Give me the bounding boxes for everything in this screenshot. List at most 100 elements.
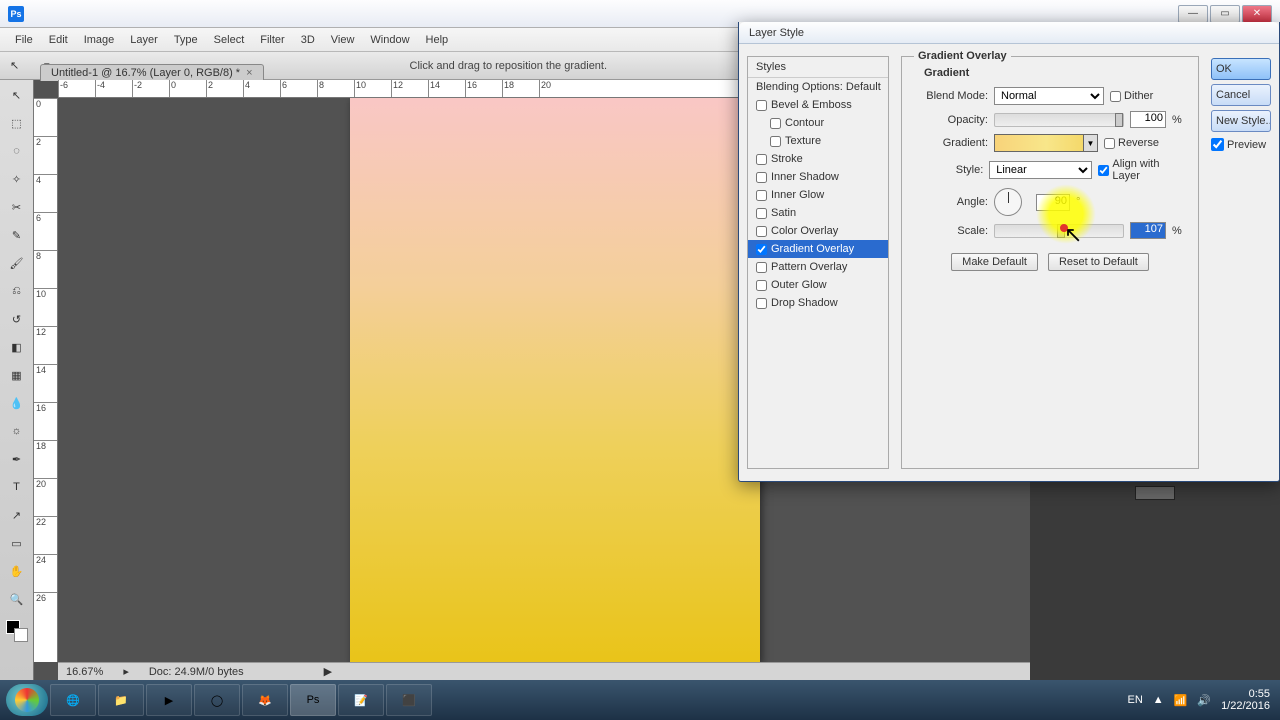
- angle-dial[interactable]: [994, 188, 1022, 216]
- effect-inner-shadow[interactable]: Inner Shadow: [748, 168, 888, 186]
- crop-tool[interactable]: ✂: [5, 196, 29, 218]
- opacity-slider[interactable]: [994, 113, 1124, 127]
- reverse-checkbox[interactable]: [1104, 138, 1115, 149]
- window-maximize-button[interactable]: ▭: [1210, 5, 1240, 23]
- menu-view[interactable]: View: [324, 32, 362, 48]
- effect-contour[interactable]: Contour: [748, 114, 888, 132]
- taskbar-notes[interactable]: 📝: [338, 684, 384, 716]
- scale-input[interactable]: 107: [1130, 222, 1166, 239]
- ok-button[interactable]: OK: [1211, 58, 1271, 80]
- move-tool[interactable]: ↖: [5, 84, 29, 106]
- menu-file[interactable]: File: [8, 32, 40, 48]
- tray-lang[interactable]: EN: [1127, 694, 1142, 706]
- tray-time[interactable]: 0:55: [1249, 688, 1270, 700]
- menu-window[interactable]: Window: [363, 32, 416, 48]
- type-tool[interactable]: T: [5, 476, 29, 498]
- path-tool[interactable]: ↗: [5, 504, 29, 526]
- style-select[interactable]: Linear: [989, 161, 1092, 179]
- effect-satin[interactable]: Satin: [748, 204, 888, 222]
- effect-stroke[interactable]: Stroke: [748, 150, 888, 168]
- window-minimize-button[interactable]: —: [1178, 5, 1208, 23]
- opacity-unit: %: [1172, 114, 1184, 126]
- scale-slider[interactable]: [994, 224, 1124, 238]
- stamp-tool[interactable]: ⎌: [5, 280, 29, 302]
- options-hint: Click and drag to reposition the gradien…: [410, 60, 608, 72]
- status-menu-icon[interactable]: ▶: [324, 665, 332, 678]
- zoom-popup-icon[interactable]: ▸: [123, 665, 129, 678]
- effect-bevel-emboss[interactable]: Bevel & Emboss: [748, 96, 888, 114]
- menu-layer[interactable]: Layer: [123, 32, 165, 48]
- eraser-tool[interactable]: ◧: [5, 336, 29, 358]
- menu-help[interactable]: Help: [419, 32, 456, 48]
- blending-options-row[interactable]: Blending Options: Default: [748, 78, 888, 96]
- navigator-thumb[interactable]: [1135, 486, 1175, 500]
- pen-tool[interactable]: ✒: [5, 448, 29, 470]
- opacity-input[interactable]: 100: [1130, 111, 1166, 128]
- taskbar-app[interactable]: ⬛: [386, 684, 432, 716]
- taskbar-photoshop[interactable]: Ps: [290, 684, 336, 716]
- gradient-dropdown-icon[interactable]: ▼: [1083, 135, 1097, 151]
- tray-date[interactable]: 1/22/2016: [1221, 700, 1270, 712]
- dither-checkbox[interactable]: [1110, 91, 1121, 102]
- close-tab-icon[interactable]: ×: [246, 67, 252, 79]
- align-label: Align with Layer: [1112, 158, 1184, 182]
- align-checkbox[interactable]: [1098, 165, 1109, 176]
- hand-tool[interactable]: ✋: [5, 560, 29, 582]
- reset-default-button[interactable]: Reset to Default: [1048, 253, 1149, 271]
- dodge-tool[interactable]: ☼: [5, 420, 29, 442]
- taskbar: 🌐 📁 ▶ ◯ 🦊 Ps 📝 ⬛ EN ▲ 📶 🔊 0:55 1/22/2016: [0, 680, 1280, 720]
- blend-mode-select[interactable]: Normal: [994, 87, 1104, 105]
- effect-inner-glow[interactable]: Inner Glow: [748, 186, 888, 204]
- menu-3d[interactable]: 3D: [294, 32, 322, 48]
- lasso-tool[interactable]: ◌: [5, 140, 29, 162]
- taskbar-firefox[interactable]: 🦊: [242, 684, 288, 716]
- new-style-button[interactable]: New Style...: [1211, 110, 1271, 132]
- history-brush-tool[interactable]: ↺: [5, 308, 29, 330]
- document-canvas[interactable]: [350, 98, 760, 662]
- zoom-tool[interactable]: 🔍: [5, 588, 29, 610]
- tools-panel: ↖ ⬚ ◌ ✧ ✂ ✎ 🖌 ⎌ ↺ ◧ ▦ 💧 ☼ ✒ T ↗ ▭ ✋ 🔍: [0, 80, 34, 680]
- window-close-button[interactable]: ✕: [1242, 5, 1272, 23]
- effect-texture[interactable]: Texture: [748, 132, 888, 150]
- wand-tool[interactable]: ✧: [5, 168, 29, 190]
- zoom-level[interactable]: 16.67%: [66, 666, 103, 678]
- menu-edit[interactable]: Edit: [42, 32, 75, 48]
- gradient-tool[interactable]: ▦: [5, 364, 29, 386]
- marquee-tool[interactable]: ⬚: [5, 112, 29, 134]
- make-default-button[interactable]: Make Default: [951, 253, 1038, 271]
- effect-outer-glow[interactable]: Outer Glow: [748, 276, 888, 294]
- dither-label: Dither: [1124, 90, 1153, 102]
- effect-drop-shadow[interactable]: Drop Shadow: [748, 294, 888, 312]
- taskbar-chrome[interactable]: ◯: [194, 684, 240, 716]
- taskbar-ie[interactable]: 🌐: [50, 684, 96, 716]
- label-gradient: Gradient:: [916, 137, 988, 149]
- tray-flag-icon[interactable]: ▲: [1153, 694, 1164, 706]
- tray-network-icon[interactable]: 📶: [1174, 694, 1188, 707]
- start-button[interactable]: [6, 684, 48, 716]
- scale-unit: %: [1172, 225, 1184, 237]
- taskbar-media[interactable]: ▶: [146, 684, 192, 716]
- taskbar-explorer[interactable]: 📁: [98, 684, 144, 716]
- styles-header[interactable]: Styles: [748, 57, 888, 78]
- angle-input[interactable]: 90: [1036, 194, 1070, 211]
- cancel-button[interactable]: Cancel: [1211, 84, 1271, 106]
- menu-filter[interactable]: Filter: [253, 32, 291, 48]
- gradient-picker[interactable]: ▼: [994, 134, 1098, 152]
- document-tab[interactable]: Untitled-1 @ 16.7% (Layer 0, RGB/8) * ×: [40, 64, 264, 81]
- eyedropper-tool[interactable]: ✎: [5, 224, 29, 246]
- shape-tool[interactable]: ▭: [5, 532, 29, 554]
- color-swatches[interactable]: [6, 620, 28, 642]
- menu-image[interactable]: Image: [77, 32, 122, 48]
- blur-tool[interactable]: 💧: [5, 392, 29, 414]
- menu-select[interactable]: Select: [207, 32, 252, 48]
- preview-label: Preview: [1227, 139, 1266, 151]
- menu-type[interactable]: Type: [167, 32, 205, 48]
- doc-size: Doc: 24.9M/0 bytes: [149, 666, 244, 678]
- preview-checkbox[interactable]: [1211, 138, 1224, 151]
- effect-gradient-overlay[interactable]: Gradient Overlay: [748, 240, 888, 258]
- effect-pattern-overlay[interactable]: Pattern Overlay: [748, 258, 888, 276]
- tray-sound-icon[interactable]: 🔊: [1197, 694, 1211, 707]
- right-dock: [1030, 480, 1280, 680]
- brush-tool[interactable]: 🖌: [5, 252, 29, 274]
- effect-color-overlay[interactable]: Color Overlay: [748, 222, 888, 240]
